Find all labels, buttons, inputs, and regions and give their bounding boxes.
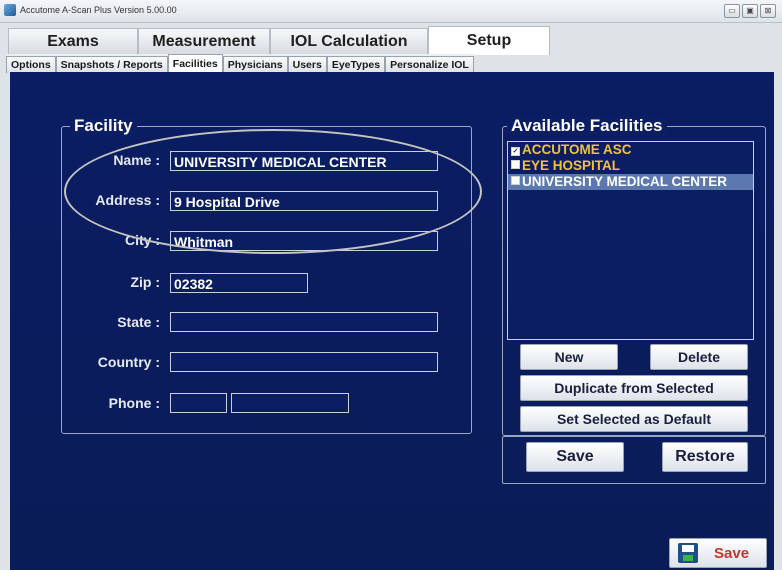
state-label: State : (117, 314, 160, 330)
state-field[interactable] (170, 312, 438, 332)
list-item-selected[interactable]: UNIVERSITY MEDICAL CENTER (508, 174, 753, 190)
available-facilities-title: Available Facilities (507, 116, 667, 136)
save-button[interactable]: Save (669, 538, 767, 568)
list-item[interactable]: ✓ ACCUTOME ASC (508, 142, 753, 158)
list-save-button[interactable]: Save (526, 442, 624, 472)
country-field[interactable] (170, 352, 438, 372)
list-item-label: EYE HOSPITAL (522, 158, 621, 173)
save-button-label: Save (714, 544, 750, 562)
phone-area-field[interactable] (170, 393, 227, 413)
close-button[interactable]: ⊠ (760, 4, 776, 18)
title-bar: Accutome A-Scan Plus Version 5.00.00 ▭ ▣… (0, 0, 782, 23)
phone-number-field[interactable] (231, 393, 349, 413)
list-item-label: ACCUTOME ASC (522, 142, 632, 157)
tab-setup[interactable]: Setup (428, 26, 550, 55)
duplicate-button[interactable]: Duplicate from Selected (520, 375, 748, 401)
floppy-disk-icon (678, 543, 698, 563)
tab-measurement[interactable]: Measurement (138, 28, 270, 55)
checkbox-icon[interactable] (511, 160, 520, 169)
subtab-facilities[interactable]: Facilities (167, 54, 223, 73)
facilities-panel: Facility Name : UNIVERSITY MEDICAL CENTE… (10, 72, 774, 570)
checkbox-icon[interactable] (511, 176, 520, 185)
tab-iol-calculation[interactable]: IOL Calculation (270, 28, 428, 55)
subtab-physicians[interactable]: Physicians (222, 56, 288, 73)
tab-exams[interactable]: Exams (8, 28, 138, 55)
subtab-eyetypes[interactable]: EyeTypes (326, 56, 386, 73)
checked-checkbox-icon[interactable]: ✓ (511, 147, 520, 156)
subtab-users[interactable]: Users (287, 56, 327, 73)
country-label: Country : (97, 354, 160, 370)
sub-tabs: Options Snapshots / Reports Facilities P… (6, 54, 474, 73)
app-window: Accutome A-Scan Plus Version 5.00.00 ▭ ▣… (0, 0, 782, 570)
app-icon (4, 4, 16, 16)
facility-group-title: Facility (70, 116, 137, 136)
zip-label: Zip : (130, 274, 160, 290)
restore-button[interactable]: Restore (662, 442, 748, 472)
delete-button[interactable]: Delete (650, 344, 748, 370)
new-button[interactable]: New (520, 344, 618, 370)
phone-label: Phone : (108, 395, 160, 411)
zip-field[interactable]: 02382 (170, 273, 308, 293)
list-item[interactable]: EYE HOSPITAL (508, 158, 753, 174)
subtab-snapshots-reports[interactable]: Snapshots / Reports (55, 56, 168, 73)
main-tabs: Exams Measurement IOL Calculation Setup (8, 26, 550, 55)
subtab-options[interactable]: Options (6, 56, 56, 73)
highlight-ellipse (64, 129, 482, 254)
maximize-button[interactable]: ▣ (742, 4, 758, 18)
facilities-list[interactable]: ✓ ACCUTOME ASC EYE HOSPITAL UNIVERSITY ME… (507, 141, 754, 340)
subtab-personalize-iol[interactable]: Personalize IOL (385, 56, 474, 73)
window-title: Accutome A-Scan Plus Version 5.00.00 (20, 5, 177, 15)
set-default-button[interactable]: Set Selected as Default (520, 406, 748, 432)
minimize-button[interactable]: ▭ (724, 4, 740, 18)
list-item-label: UNIVERSITY MEDICAL CENTER (522, 174, 728, 189)
